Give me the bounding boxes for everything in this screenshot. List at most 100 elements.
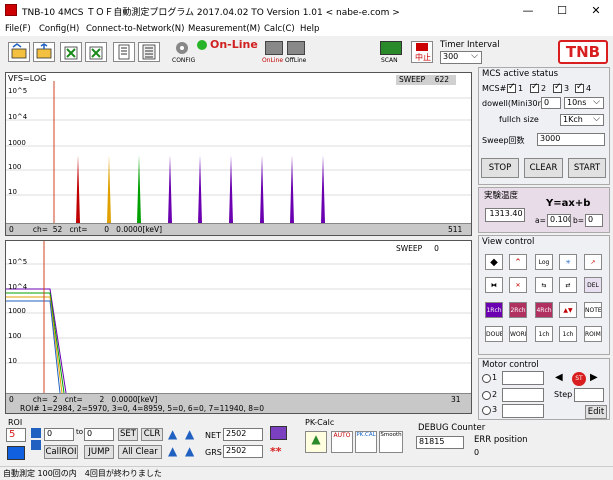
shift-right-icon[interactable]: ⇄: [559, 277, 577, 293]
save-icon[interactable]: [33, 42, 55, 62]
motor-right-icon[interactable]: ▶: [590, 372, 598, 383]
coef-a-label: a=: [535, 216, 546, 225]
peak-right2-icon[interactable]: ▲: [185, 444, 199, 458]
edit-button[interactable]: Edit: [585, 405, 607, 419]
coef-b-label: b=: [573, 216, 585, 225]
work-icon[interactable]: WORK: [509, 326, 527, 342]
view-4rch-icon[interactable]: 4Rch: [535, 302, 553, 318]
step-label: Step: [554, 390, 573, 399]
roi-from-input[interactable]: 0: [44, 428, 74, 441]
menu-config[interactable]: Config(H): [39, 24, 79, 34]
clear-button[interactable]: CLEAR: [524, 158, 563, 178]
export-icon[interactable]: [60, 42, 82, 62]
motor-input-3[interactable]: [502, 404, 544, 418]
debug-counter: 81815: [416, 436, 464, 449]
pkcalc-pkcal-button[interactable]: PK.CAL: [355, 431, 377, 453]
menu-connect[interactable]: Connect-to-Network(N): [86, 24, 184, 34]
mcs-check-2[interactable]: [530, 82, 539, 93]
pkcalc-auto-button[interactable]: AUTO: [331, 431, 353, 453]
view-1rch-icon[interactable]: 1Rch: [485, 302, 503, 318]
mcs-check-1-label: 1: [518, 84, 524, 93]
motor-stop-icon[interactable]: ST: [572, 372, 586, 386]
mcs-check-4[interactable]: [575, 82, 584, 93]
pkcalc-smooth-button[interactable]: Smooth: [379, 431, 403, 453]
scan-icon[interactable]: [380, 41, 402, 55]
step-right-icon[interactable]: 1ch: [559, 326, 577, 342]
shrink-horizontal-icon[interactable]: ⧓: [485, 277, 503, 293]
dwell-unit-select[interactable]: 10ns: [564, 97, 604, 109]
motor-radio-3[interactable]: [482, 406, 491, 415]
clr-button[interactable]: CLR: [141, 428, 163, 441]
menu-help[interactable]: Help: [300, 24, 319, 34]
sweep-count-input[interactable]: 3000: [537, 133, 605, 146]
log-scale-icon[interactable]: Log: [535, 254, 553, 270]
callroi-button[interactable]: CallROI: [44, 445, 78, 459]
all-clear-button[interactable]: All Clear: [118, 445, 162, 459]
dwell-input[interactable]: 0: [541, 97, 561, 109]
peak-left-icon[interactable]: ▲: [168, 427, 182, 441]
spectrum-plot-top[interactable]: VFS=LOG SWEEP 622 10^5 10^4 1000 100 10 …: [5, 72, 472, 236]
menu-measurement[interactable]: Measurement(M): [188, 24, 260, 34]
spectrum-plot-bottom[interactable]: SWEEP 0 10^5 10^4 1000 100 10 0 ch= 2 cn…: [5, 240, 472, 414]
note-icon[interactable]: NOTE: [584, 302, 602, 318]
app-icon: [5, 4, 17, 16]
timer-interval-select[interactable]: 300: [440, 51, 482, 64]
shrink-icon[interactable]: ✕: [509, 277, 527, 293]
roi-max-icon[interactable]: ROIMAX: [584, 326, 602, 342]
motor-radio-2[interactable]: [482, 391, 491, 400]
close-button[interactable]: ✕: [579, 0, 613, 22]
excel-icon[interactable]: [85, 42, 107, 62]
menu-calc[interactable]: Calc(C): [264, 24, 295, 34]
roi-number[interactable]: 5: [6, 428, 26, 442]
list-icon[interactable]: [138, 42, 160, 62]
open-icon[interactable]: [8, 42, 30, 62]
roi-to-input[interactable]: 0: [84, 428, 114, 441]
config-label: CONFIG: [172, 57, 196, 64]
view-peak-icon[interactable]: ▲▼: [559, 302, 577, 318]
delete-icon[interactable]: DEL: [584, 277, 602, 293]
peak-left2-icon[interactable]: ▲: [168, 444, 182, 458]
document-icon[interactable]: [113, 42, 135, 62]
shift-left-icon[interactable]: ⇆: [535, 277, 553, 293]
step-input[interactable]: [574, 388, 604, 402]
motor-input-1[interactable]: [502, 371, 544, 385]
fit-icon[interactable]: ✳: [559, 254, 577, 270]
motor-control-title: Motor control: [482, 360, 539, 370]
expand-horizontal-icon[interactable]: ◆: [485, 254, 503, 270]
start-button[interactable]: START: [568, 158, 606, 178]
coef-a-input[interactable]: 0.100: [547, 214, 571, 227]
roi-down-icon[interactable]: [31, 440, 41, 450]
coef-b-input[interactable]: 0: [585, 214, 603, 227]
jump-button[interactable]: JUMP: [84, 445, 114, 459]
expand-up-icon[interactable]: ⌃: [509, 254, 527, 270]
maximize-button[interactable]: ☐: [545, 0, 579, 22]
pkcalc-peak-icon[interactable]: ▲: [305, 431, 327, 453]
menu-file[interactable]: File(F): [5, 24, 31, 34]
grs-label: GRS: [205, 448, 222, 457]
view-2rch-icon[interactable]: 2Rch: [509, 302, 527, 318]
set-button[interactable]: SET: [118, 428, 138, 441]
step-left-icon[interactable]: 1ch: [535, 326, 553, 342]
config-icon[interactable]: [172, 40, 192, 56]
online-icon[interactable]: [265, 41, 283, 55]
minimize-button[interactable]: —: [511, 0, 545, 22]
plot-status-bottom: 0 ch= 2 cnt= 2 0.0000[keV] 31 ROI# 1=298…: [6, 393, 471, 413]
motor-input-2[interactable]: [502, 388, 544, 402]
double-icon[interactable]: DOUBLE: [485, 326, 503, 342]
scan-label: SCAN: [381, 57, 398, 64]
stop-icon[interactable]: 中止: [411, 41, 433, 63]
y-tick-top: 10: [8, 188, 17, 196]
motor-left-icon[interactable]: ◀: [555, 372, 563, 383]
offline-icon[interactable]: [287, 41, 305, 55]
stop-button[interactable]: STOP: [481, 158, 519, 178]
peak-right-icon[interactable]: ▲: [185, 427, 199, 441]
zoom-icon[interactable]: ↗: [584, 254, 602, 270]
mcs-check-1[interactable]: [507, 82, 516, 93]
fullch-select[interactable]: 1Kch: [560, 114, 604, 126]
mcs-check-3[interactable]: [553, 82, 562, 93]
roi-delete-icon[interactable]: [270, 426, 287, 440]
motor-radio-1[interactable]: [482, 374, 491, 383]
roi-color-swatch[interactable]: [7, 446, 25, 460]
roi-up-icon[interactable]: [31, 428, 41, 438]
status-text: 自動測定 100回の内 4回目が終わりました: [3, 469, 162, 478]
